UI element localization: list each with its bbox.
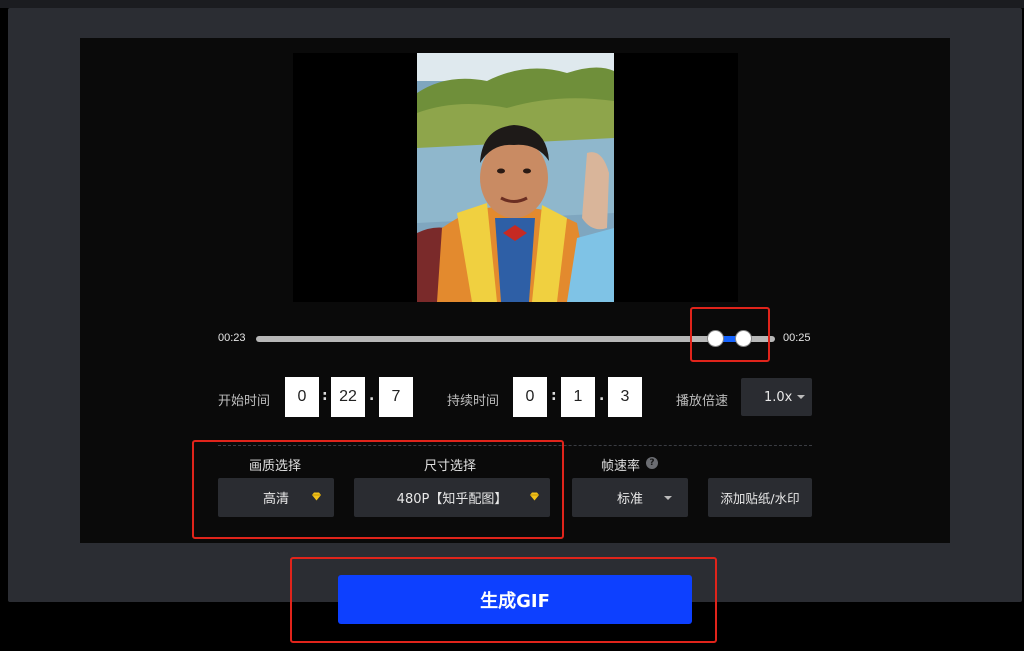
timeline-start-time: 00:23 xyxy=(218,332,246,344)
start-time-seconds[interactable]: 22 xyxy=(331,377,365,417)
duration-seconds[interactable]: 1 xyxy=(561,377,595,417)
quality-label: 画质选择 xyxy=(249,459,302,474)
size-label: 尺寸选择 xyxy=(424,459,477,474)
start-time-colon: : xyxy=(322,388,328,404)
size-select[interactable]: 480P【知乎配图】 xyxy=(354,478,550,517)
trim-end-handle[interactable] xyxy=(736,331,751,346)
video-frame-image xyxy=(417,53,614,302)
fps-select-value: 标准 xyxy=(616,492,643,507)
speed-chevron-down-icon xyxy=(797,395,805,399)
start-time-label: 开始时间 xyxy=(218,394,271,409)
start-time-minutes[interactable]: 0 xyxy=(285,377,319,417)
duration-label: 持续时间 xyxy=(447,394,500,409)
speed-select-value: 1.0x xyxy=(764,389,793,405)
generate-gif-button[interactable]: 生成GIF xyxy=(338,575,692,624)
fps-chevron-down-icon xyxy=(664,496,672,500)
timeline-track[interactable] xyxy=(256,336,775,342)
help-icon[interactable]: ? xyxy=(646,457,658,469)
start-time-dot: . xyxy=(369,388,375,404)
duration-colon: : xyxy=(551,388,557,404)
trim-start-handle[interactable] xyxy=(708,331,723,346)
add-sticker-watermark-label: 添加贴纸/水印 xyxy=(720,491,800,506)
premium-gem-icon xyxy=(312,492,321,501)
section-divider xyxy=(218,445,812,446)
window-top-bar xyxy=(0,0,1024,8)
duration-minutes[interactable]: 0 xyxy=(513,377,547,417)
speed-label: 播放倍速 xyxy=(676,394,729,409)
fps-label: 帧速率 xyxy=(601,459,641,474)
start-time-tenths[interactable]: 7 xyxy=(379,377,413,417)
duration-dot: . xyxy=(599,388,605,404)
timeline-end-time: 00:25 xyxy=(783,332,811,344)
premium-gem-icon xyxy=(530,492,539,501)
size-select-value: 480P【知乎配图】 xyxy=(396,492,508,507)
video-frame xyxy=(417,53,614,302)
generate-gif-label: 生成GIF xyxy=(480,590,550,612)
quality-select-value: 高清 xyxy=(262,492,289,507)
add-sticker-watermark-button[interactable]: 添加贴纸/水印 xyxy=(708,478,812,517)
duration-tenths[interactable]: 3 xyxy=(608,377,642,417)
